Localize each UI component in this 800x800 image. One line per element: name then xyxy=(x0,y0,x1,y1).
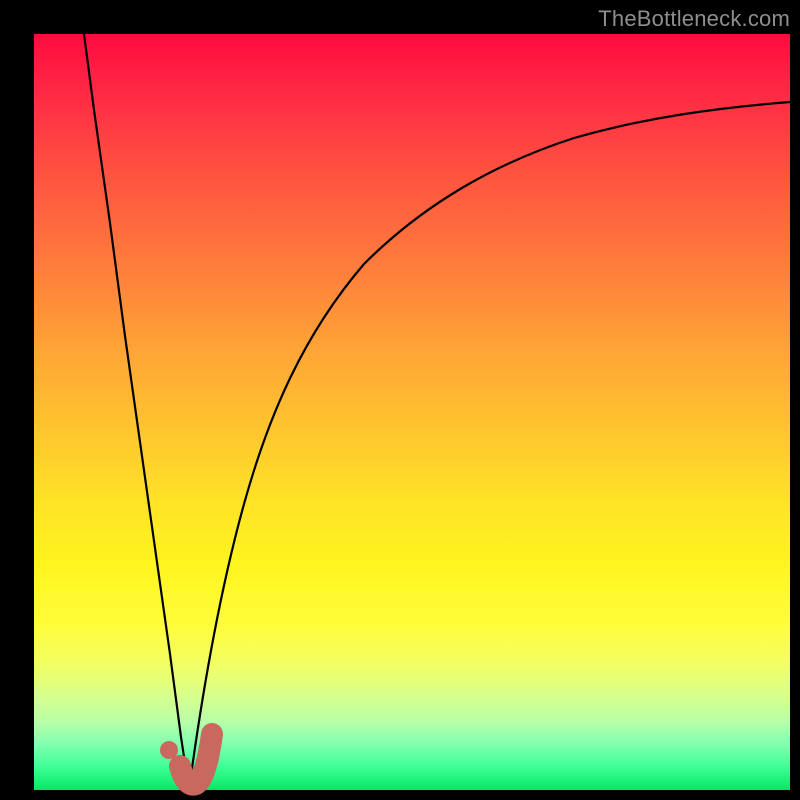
right-branch xyxy=(189,102,790,790)
left-branch xyxy=(84,34,189,790)
curve-layer xyxy=(34,34,790,790)
outer-frame: TheBottleneck.com xyxy=(0,0,800,800)
gradient-plot-area xyxy=(34,34,790,790)
accent-dot xyxy=(160,741,178,759)
watermark-text: TheBottleneck.com xyxy=(598,6,790,32)
